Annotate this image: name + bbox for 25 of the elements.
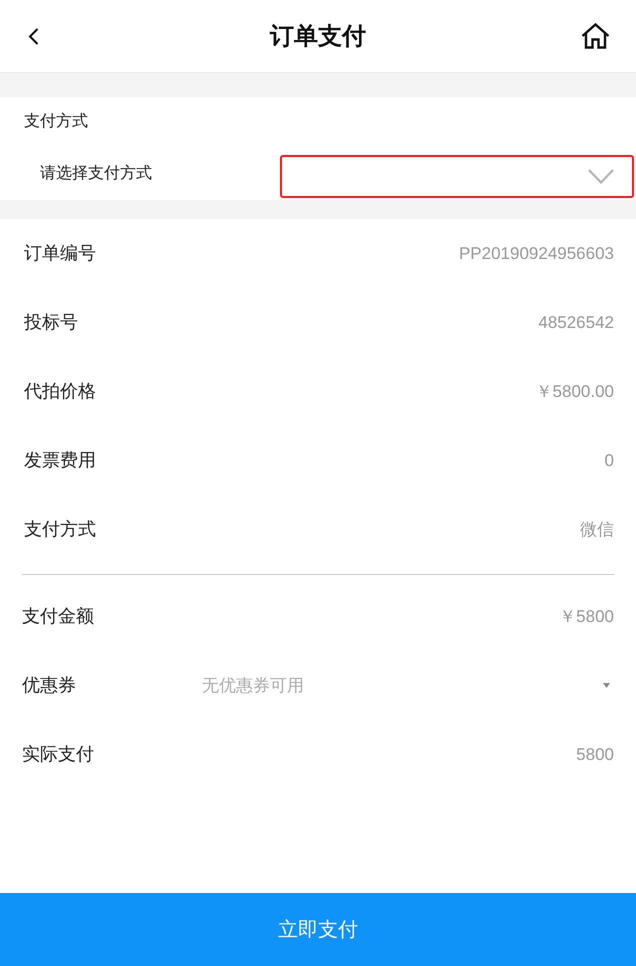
back-icon[interactable] — [28, 28, 39, 44]
row-value: 微信 — [580, 518, 614, 541]
row-value: ￥5800 — [559, 606, 614, 628]
row-value: 5800 — [576, 744, 614, 766]
section-heading: 支付方式 — [24, 112, 88, 132]
row-label: 代拍价格 — [24, 380, 96, 403]
row-value: 48526542 — [538, 312, 614, 334]
row-label: 支付方式 — [24, 518, 96, 541]
row-label: 支付金额 — [22, 605, 94, 628]
pay-now-button[interactable]: 立即支付 — [0, 893, 636, 966]
row-value: 0 — [604, 450, 614, 472]
row-value: ￥5800.00 — [536, 380, 614, 403]
row-label: 优惠券 — [22, 674, 76, 697]
page-title: 订单支付 — [270, 22, 366, 52]
coupon-select[interactable]: 无优惠券可用 — [202, 668, 614, 704]
row-label: 实际支付 — [22, 743, 94, 766]
payment-method-select[interactable] — [280, 155, 634, 198]
row-label: 发票费用 — [24, 449, 96, 472]
select-prompt: 请选择支付方式 — [40, 164, 152, 184]
home-icon[interactable] — [581, 23, 610, 49]
row-label: 投标号 — [24, 311, 78, 334]
caret-icon — [603, 683, 610, 688]
row-label: 订单编号 — [24, 242, 96, 265]
row-value: PP20190924956603 — [458, 242, 614, 265]
chevron-down-icon — [588, 169, 614, 184]
